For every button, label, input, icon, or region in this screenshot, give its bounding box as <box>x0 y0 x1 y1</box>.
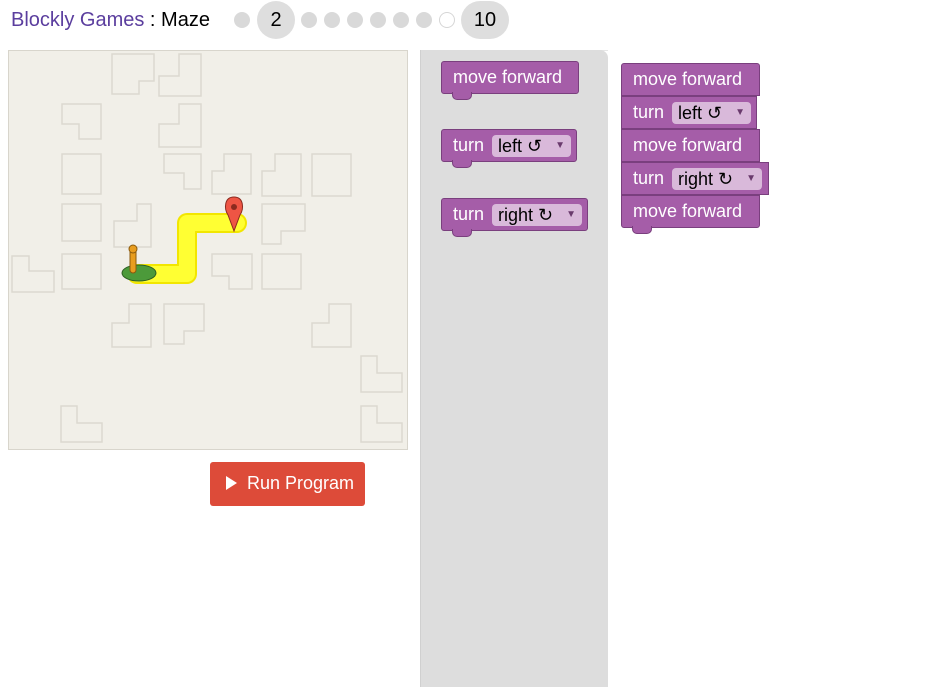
level-4-dot[interactable] <box>324 12 340 28</box>
dropdown-value: left ↺ <box>498 136 543 156</box>
block-notch <box>632 226 652 234</box>
block-notch <box>452 160 472 168</box>
toolbox-block-turn-left[interactable]: turn left ↺ ▼ <box>441 129 577 168</box>
block-label: turn <box>633 168 665 188</box>
turn-direction-dropdown[interactable]: right ↻ ▼ <box>492 204 582 226</box>
program-block-move-forward[interactable]: move forward <box>621 63 760 96</box>
level-current-badge[interactable]: 2 <box>257 1 295 39</box>
run-program-label: Run Program <box>247 473 355 493</box>
brand-link[interactable]: Blockly Games <box>11 9 144 31</box>
block-label: move forward <box>633 135 743 155</box>
block-label: turn <box>453 135 485 155</box>
level-3-dot[interactable] <box>301 12 317 28</box>
dropdown-arrow-icon: ▼ <box>735 107 745 118</box>
dropdown-arrow-icon: ▼ <box>746 173 756 184</box>
program-block-move-forward[interactable]: move forward <box>621 195 760 234</box>
block-label: turn <box>633 102 665 122</box>
block-label: move forward <box>453 67 563 87</box>
program-workspace[interactable]: move forward turn left ↺ ▼ move forward … <box>608 50 945 687</box>
level-9-dot[interactable] <box>439 12 455 28</box>
level-7-dot[interactable] <box>393 12 409 28</box>
dropdown-value: left ↺ <box>678 103 723 123</box>
level-1-dot[interactable] <box>234 12 250 28</box>
level-6-dot[interactable] <box>370 12 386 28</box>
header-bar: Blockly Games : Maze 2 10 <box>0 0 945 40</box>
block-label: move forward <box>633 69 743 89</box>
block-notch <box>452 229 472 237</box>
turn-direction-dropdown[interactable]: right ↻ ▼ <box>672 168 762 190</box>
page-title: Blockly Games : Maze <box>11 9 210 32</box>
block-label: turn <box>453 204 485 224</box>
pegman-start-icon <box>121 244 157 282</box>
level-5-dot[interactable] <box>347 12 363 28</box>
turn-direction-dropdown[interactable]: left ↺ ▼ <box>492 135 571 157</box>
title-separator: : <box>144 9 162 31</box>
dropdown-value: right ↻ <box>678 169 734 189</box>
maze-path-fill <box>129 215 245 282</box>
dropdown-value: right ↻ <box>498 205 554 225</box>
maze-drawing <box>11 53 403 443</box>
block-label: move forward <box>633 201 743 221</box>
program-block-turn-left[interactable]: turn left ↺ ▼ <box>621 96 757 129</box>
level-8-dot[interactable] <box>416 12 432 28</box>
play-icon <box>226 476 237 490</box>
toolbox-block-move-forward[interactable]: move forward <box>441 61 579 100</box>
program-block-move-forward[interactable]: move forward <box>621 129 760 162</box>
turn-direction-dropdown[interactable]: left ↺ ▼ <box>672 102 751 124</box>
toolbox-flyout: move forward turn left ↺ ▼ turn right ↻ … <box>420 50 608 687</box>
dropdown-arrow-icon: ▼ <box>555 140 565 151</box>
level-last-badge[interactable]: 10 <box>461 1 509 39</box>
maze-canvas <box>8 50 408 450</box>
game-name: Maze <box>161 9 210 31</box>
program-block-turn-right[interactable]: turn right ↻ ▼ <box>621 162 769 195</box>
toolbox-block-turn-right[interactable]: turn right ↻ ▼ <box>441 198 588 237</box>
block-notch <box>452 92 472 100</box>
maze-wall-tiles <box>11 53 403 443</box>
dropdown-arrow-icon: ▼ <box>566 209 576 220</box>
run-program-button[interactable]: Run Program <box>210 462 365 506</box>
